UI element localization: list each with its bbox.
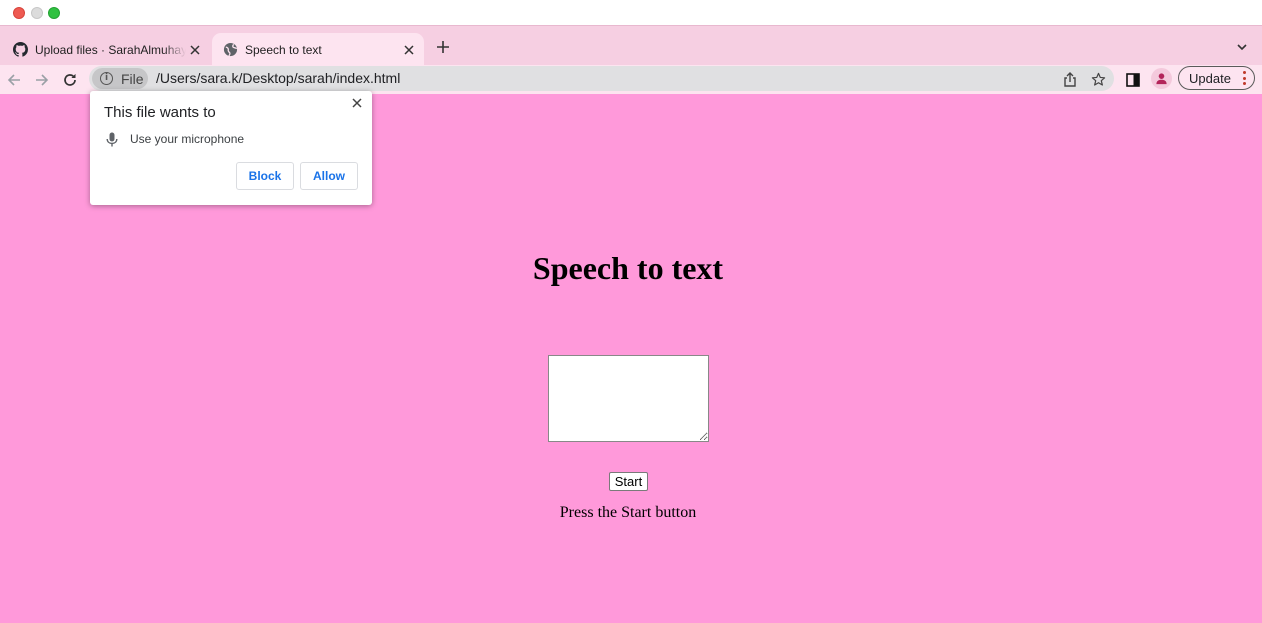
transcript-textarea[interactable] [548,355,709,442]
allow-button[interactable]: Allow [300,162,358,190]
tab-close-icon[interactable] [400,41,418,59]
tab-title: Speech to text [245,42,322,57]
menu-kebab-icon [1242,71,1246,85]
popup-title: This file wants to [104,104,216,121]
globe-icon [222,42,238,58]
permission-request-label: Use your microphone [130,132,245,146]
block-button[interactable]: Block [236,162,294,190]
tab-strip: Upload files · SarahAlmuhaya/Speech-to-t… [0,25,1262,66]
github-icon [12,42,28,58]
tab-close-icon[interactable] [186,41,204,59]
reload-icon[interactable] [59,69,81,91]
start-button[interactable]: Start [609,472,648,491]
permission-request-row: Use your microphone [104,131,244,147]
new-tab-icon[interactable] [434,38,452,56]
status-text: Press the Start button [559,504,697,521]
share-icon[interactable] [1060,69,1080,89]
page-title: Speech to text [532,250,724,286]
profile-avatar-icon[interactable] [1151,68,1172,89]
microphone-permission-popup: This file wants to Use your microphone B… [90,91,372,205]
bookmark-star-icon[interactable] [1088,69,1108,89]
back-arrow-icon[interactable] [3,69,25,91]
update-button[interactable]: Update [1178,66,1255,90]
browser-toolbar: i File /Users/sara.k/Desktop/sarah/index… [0,65,1262,94]
close-icon[interactable] [349,95,365,111]
site-info-chip[interactable]: i File [92,68,148,89]
update-label: Update [1189,70,1231,86]
info-icon: i [100,72,113,85]
chip-label: File [121,70,144,87]
window-maximize-button[interactable] [48,7,60,19]
tab-search-chevron-down-icon[interactable] [1234,39,1250,55]
forward-arrow-icon[interactable] [31,69,53,91]
side-panel-icon[interactable] [1122,69,1144,91]
window-close-button[interactable] [13,7,25,19]
tab-speech-to-text[interactable]: Speech to text [212,33,424,66]
url-text[interactable]: /Users/sara.k/Desktop/sarah/index.html [156,70,400,86]
window-titlebar [0,0,1262,25]
microphone-icon [104,131,120,147]
tab-title: Upload files · SarahAlmuhaya/Speech-to-t… [35,42,186,57]
tab-upload-files[interactable]: Upload files · SarahAlmuhaya/Speech-to-t… [4,33,210,66]
address-bar[interactable]: i File /Users/sara.k/Desktop/sarah/index… [89,66,1114,91]
window-minimize-button[interactable] [31,7,43,19]
